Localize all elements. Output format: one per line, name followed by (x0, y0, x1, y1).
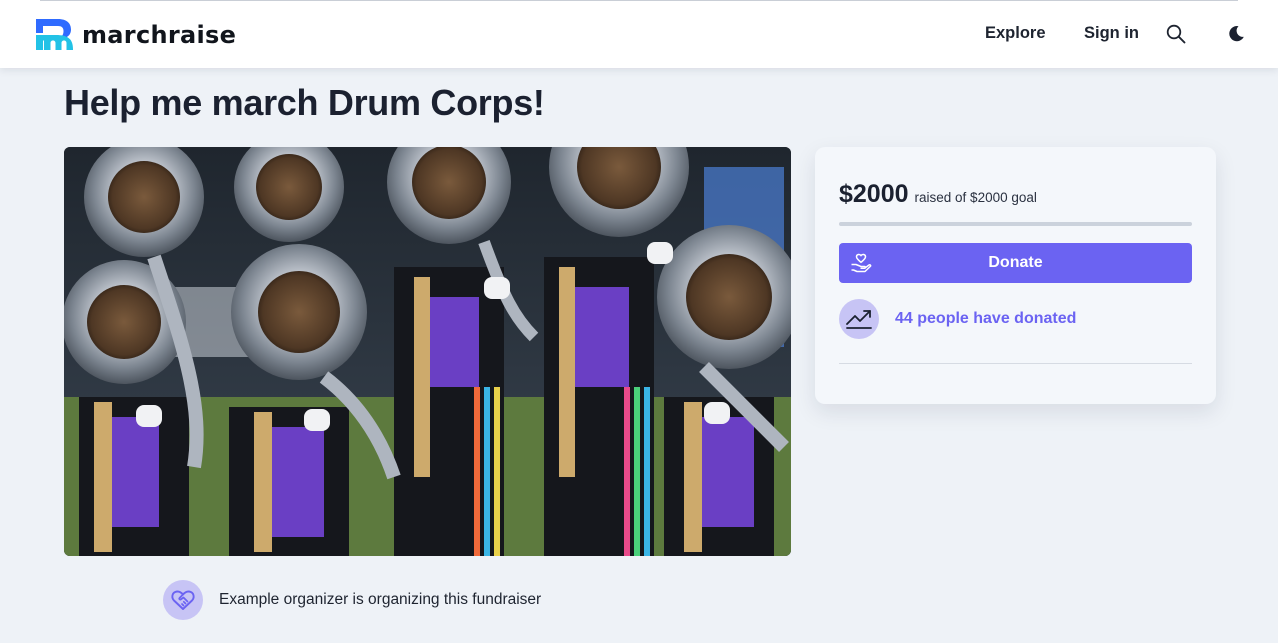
page: marchraise Explore Sign in Help me march… (0, 0, 1278, 643)
drum-corps-photo (64, 147, 791, 556)
trending-up-icon (839, 299, 879, 339)
donors-count-link[interactable]: 44 people have donated (895, 310, 1076, 328)
page-title: Help me march Drum Corps! (64, 82, 545, 123)
nav-signin-link[interactable]: Sign in (1084, 24, 1139, 43)
raised-amount: $2000 (839, 180, 909, 208)
organizer-row: Example organizer is organizing this fun… (163, 580, 541, 620)
moon-icon[interactable] (1227, 25, 1245, 48)
nav-explore-link[interactable]: Explore (985, 24, 1046, 43)
donors-row[interactable]: 44 people have donated (839, 299, 1076, 339)
donation-card: $2000 raised of $2000 goal Donate 44 peo… (815, 147, 1216, 404)
brand-name: marchraise (82, 20, 237, 49)
raised-goal-text: raised of $2000 goal (914, 190, 1037, 205)
organizer-text: Example organizer is organizing this fun… (219, 591, 542, 608)
progress-fill (839, 222, 1192, 226)
card-divider (839, 363, 1192, 364)
marchraise-logo-icon (36, 19, 73, 50)
search-icon[interactable] (1166, 24, 1186, 49)
raised-summary: $2000 raised of $2000 goal (839, 180, 1037, 209)
brand[interactable]: marchraise (36, 19, 236, 50)
top-divider (40, 0, 1238, 1)
heart-handshake-icon (163, 580, 203, 620)
donate-label: Donate (988, 254, 1043, 271)
hand-heart-icon (850, 253, 872, 276)
navbar: marchraise Explore Sign in (0, 0, 1278, 68)
progress-bar (839, 222, 1192, 226)
donate-button[interactable]: Donate (839, 243, 1192, 283)
hero-image (64, 147, 791, 556)
